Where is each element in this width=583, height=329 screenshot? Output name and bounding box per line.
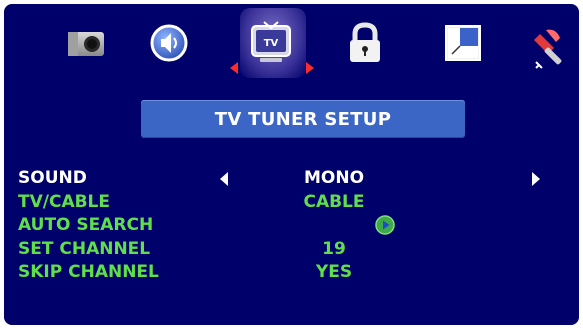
tools-icon[interactable] [526,24,578,76]
menu-value-sound: MONO [303,168,365,188]
menu-toolbar: TV [4,4,579,90]
play-icon[interactable] [375,215,395,235]
menu-row-auto-search[interactable]: AUTO SEARCH [4,213,579,237]
menu-label-auto-search: AUTO SEARCH [18,215,154,235]
menu-row-set-channel[interactable]: SET CHANNEL 19 [4,237,579,261]
menu-label-skip-channel: SKIP CHANNEL [18,262,159,282]
audio-icon[interactable] [144,18,194,68]
osd-screen: TV TV TUNER SETUP SOUND MONO TV/CABLE CA… [4,4,579,325]
menu-value-skip-channel: YES [315,262,353,282]
menu-row-sound[interactable]: SOUND MONO [4,166,579,190]
menu-label-tv-cable: TV/CABLE [18,192,110,212]
menu-label-sound: SOUND [18,168,87,188]
menu-value-tv-cable: CABLE [303,192,365,212]
svg-text:TV: TV [264,38,279,49]
menu-row-tv-cable[interactable]: TV/CABLE CABLE [4,190,579,214]
menu-row-skip-channel[interactable]: SKIP CHANNEL YES [4,260,579,284]
value-right-arrow-icon[interactable] [532,172,540,186]
menu-label-set-channel: SET CHANNEL [18,239,151,259]
menu-title: TV TUNER SETUP [214,108,392,130]
camera-icon[interactable] [62,18,112,68]
lock-icon[interactable] [340,18,390,68]
menu-value-set-channel: 19 [322,239,346,259]
tv-right-indicator-icon [306,62,314,74]
menu-title-bar: TV TUNER SETUP [141,100,465,138]
tv-left-indicator-icon [230,62,238,74]
tv-icon[interactable]: TV [242,14,300,74]
pip-icon[interactable] [438,18,488,68]
value-left-arrow-icon[interactable] [220,172,228,186]
